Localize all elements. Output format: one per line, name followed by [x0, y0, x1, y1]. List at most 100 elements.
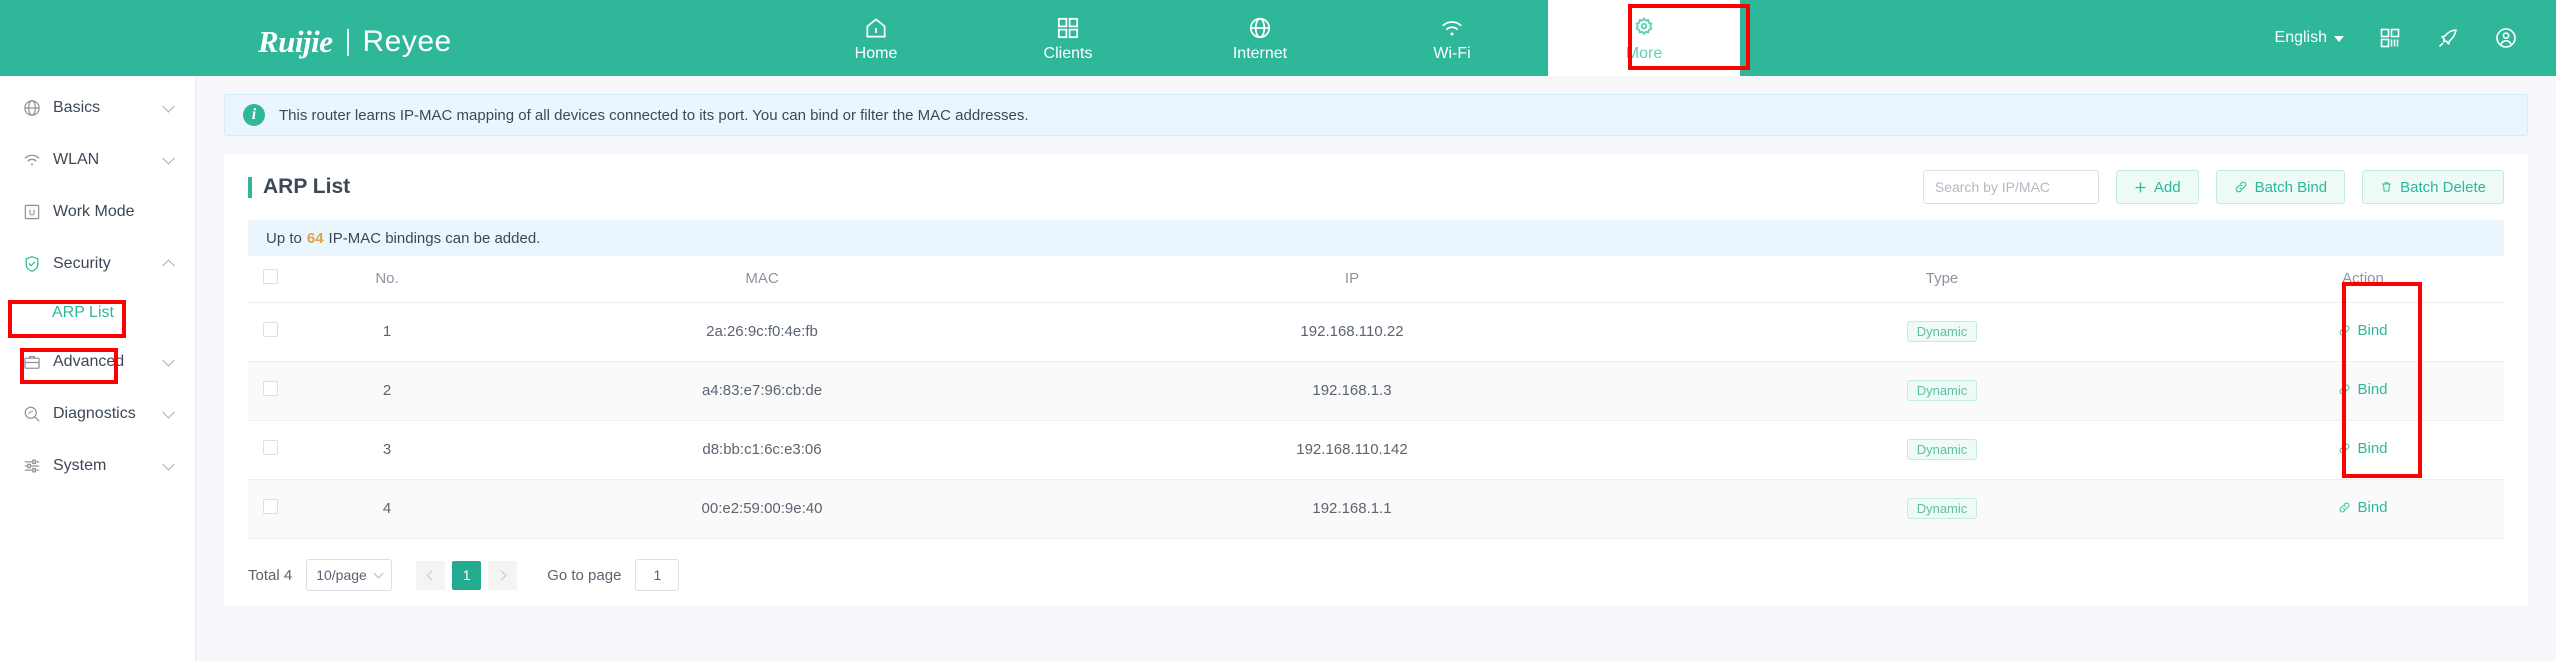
- pagination: Total 4 10/page 1 Go to page: [248, 544, 680, 606]
- row-checkbox-cell: [248, 420, 292, 480]
- nav-item-home[interactable]: Home: [780, 0, 972, 76]
- header-mac: MAC: [482, 256, 1042, 303]
- sidebar-item-diagnostics[interactable]: Diagnostics: [0, 388, 195, 440]
- qrcode-icon[interactable]: [2378, 26, 2402, 50]
- sidebar-label-diagnostics: Diagnostics: [53, 405, 136, 422]
- link-icon: [2340, 502, 2350, 513]
- bind-link[interactable]: Bind: [2338, 499, 2388, 516]
- chevron-down-icon: [162, 99, 175, 113]
- note-prefix: Up to: [266, 229, 302, 247]
- sidebar-item-arp-list[interactable]: ARP List: [0, 290, 195, 336]
- gear-icon: [1635, 16, 1653, 35]
- row-no: 4: [292, 479, 482, 539]
- header-actions: English: [2275, 0, 2518, 76]
- card-toolbar: Add Batch Bind Batch Delete: [1922, 170, 2504, 204]
- pagination-nav: 1: [416, 560, 518, 590]
- sidebar-label-work-mode: Work Mode: [53, 203, 135, 220]
- row-checkbox-cell: [248, 479, 292, 539]
- add-button[interactable]: Add: [2115, 170, 2199, 204]
- trash-icon: [2382, 182, 2392, 192]
- page-size-select[interactable]: 10/page: [306, 559, 393, 591]
- main-content: i This router learns IP-MAC mapping of a…: [196, 76, 2556, 661]
- plus-icon: [2135, 182, 2146, 192]
- row-type-cell: Dynamic: [1662, 361, 2222, 421]
- row-action-cell: Bind: [2222, 361, 2504, 421]
- row-checkbox[interactable]: [262, 322, 278, 337]
- nav-item-internet[interactable]: Internet: [1164, 0, 1356, 76]
- sidebar-item-system[interactable]: System: [0, 440, 195, 492]
- page-number-1[interactable]: 1: [452, 560, 482, 590]
- chevron-down-icon: [162, 405, 175, 419]
- table-row: 3 d8:bb:c1:6c:e3:06 192.168.110.142 Dyna…: [248, 420, 2504, 480]
- card-title-text: ARP List: [263, 175, 351, 198]
- sidebar-label-security: Security: [53, 255, 111, 272]
- nav-label-more: More: [1625, 44, 1663, 62]
- table-row: 4 00:e2:59:00:9e:40 192.168.1.1 Dynamic …: [248, 479, 2504, 539]
- table-header-row: No. MAC IP Type Action: [248, 256, 2504, 303]
- rocket-icon[interactable]: [2436, 26, 2460, 50]
- sidebar-item-security[interactable]: Security: [0, 238, 195, 290]
- globe-icon: [24, 100, 40, 116]
- bind-link[interactable]: Bind: [2338, 322, 2388, 339]
- prev-page-button[interactable]: [416, 560, 446, 590]
- user-account-icon[interactable]: [2494, 26, 2518, 50]
- page-size-value: 10/page: [316, 567, 367, 583]
- briefcase-icon: [24, 355, 40, 369]
- info-banner: i This router learns IP-MAC mapping of a…: [224, 94, 2528, 136]
- link-icon: [2235, 181, 2246, 193]
- row-ip: 192.168.110.142: [1042, 420, 1662, 480]
- row-type-cell: Dynamic: [1662, 302, 2222, 362]
- sidebar-item-work-mode[interactable]: Work Mode: [0, 186, 195, 238]
- next-page-button[interactable]: [488, 560, 518, 590]
- bind-link[interactable]: Bind: [2338, 440, 2388, 457]
- batch-delete-button[interactable]: Batch Delete: [2362, 170, 2504, 204]
- nav-item-clients[interactable]: Clients: [972, 0, 1164, 76]
- row-ip: 192.168.1.1: [1042, 479, 1662, 539]
- nav-item-more[interactable]: More: [1548, 0, 1740, 76]
- shield-icon: [25, 255, 39, 272]
- row-no: 2: [292, 361, 482, 421]
- goto-page-input[interactable]: [635, 559, 680, 591]
- home-icon: [866, 17, 886, 38]
- status-badge: Dynamic: [1906, 380, 1978, 401]
- sidebar-label-wlan: WLAN: [53, 151, 100, 168]
- row-type-cell: Dynamic: [1662, 479, 2222, 539]
- page-title: ARP List: [248, 175, 350, 199]
- sidebar-label-system: System: [53, 457, 107, 474]
- sidebar-item-wlan[interactable]: WLAN: [0, 134, 195, 186]
- sidebar-label-advanced: Advanced: [53, 353, 125, 370]
- nav-label-internet: Internet: [1232, 44, 1288, 62]
- chevron-down-icon: [2334, 36, 2344, 42]
- row-checkbox[interactable]: [262, 440, 278, 455]
- sidebar: Basics WLAN Work Mode Security ARP List: [0, 76, 196, 661]
- language-selector[interactable]: English: [2275, 29, 2344, 47]
- search-box[interactable]: [1922, 170, 2099, 204]
- sidebar-label-arp-list: ARP List: [52, 304, 114, 321]
- sidebar-item-advanced[interactable]: Advanced: [0, 336, 195, 388]
- brand-logo: Ruijie Reyee: [258, 24, 452, 60]
- nav-item-wifi[interactable]: Wi-Fi: [1356, 0, 1548, 76]
- row-checkbox[interactable]: [262, 499, 278, 514]
- nav-label-home: Home: [854, 44, 898, 62]
- header-type: Type: [1662, 256, 2222, 303]
- app-header: Ruijie Reyee Home Clients Internet Wi-Fi…: [0, 0, 2556, 76]
- info-banner-text: This router learns IP-MAC mapping of all…: [279, 106, 1029, 124]
- row-checkbox[interactable]: [262, 381, 278, 396]
- search-input[interactable]: [1923, 171, 2098, 203]
- row-mac: d8:bb:c1:6c:e3:06: [482, 420, 1042, 480]
- row-no: 1: [292, 302, 482, 362]
- bind-link-label: Bind: [2357, 322, 2388, 339]
- header-action: Action: [2222, 256, 2504, 303]
- bind-link[interactable]: Bind: [2338, 381, 2388, 398]
- status-badge: Dynamic: [1906, 321, 1978, 342]
- bind-link-label: Bind: [2357, 440, 2388, 457]
- chevron-up-icon: [162, 259, 175, 273]
- header-select-all: [248, 256, 292, 303]
- batch-bind-button[interactable]: Batch Bind: [2215, 170, 2346, 204]
- arp-table-head: No. MAC IP Type Action: [248, 256, 2504, 303]
- sliders-icon: [24, 459, 40, 473]
- sidebar-item-basics[interactable]: Basics: [0, 82, 195, 134]
- title-accent-bar: [248, 176, 252, 198]
- nav-label-wifi: Wi-Fi: [1433, 44, 1471, 62]
- select-all-checkbox[interactable]: [262, 269, 278, 285]
